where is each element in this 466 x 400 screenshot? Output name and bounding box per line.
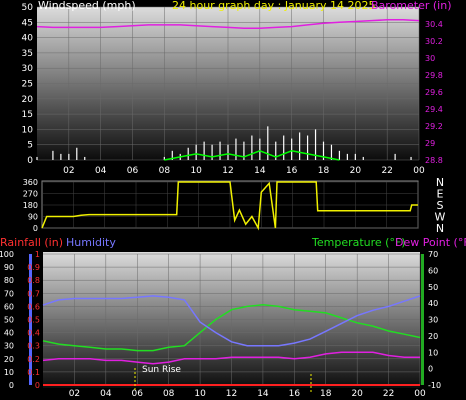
humidity-y-tick: 0	[9, 381, 14, 390]
temp-x-tick: 06	[132, 389, 144, 399]
wind-y-tick: 15	[22, 110, 33, 120]
direction-y-tick: 270	[23, 190, 38, 199]
temp-x-tick: 10	[194, 389, 206, 399]
rainfall-y-tick: 0.5	[27, 316, 40, 325]
rainfall-y-tick: 0.3	[27, 342, 40, 351]
wind-x-tick: 22	[381, 166, 392, 176]
temperature-y-tick: 0	[428, 365, 433, 374]
rainfall-y-tick: 0.7	[27, 289, 40, 298]
wind-barometer-panel: 0 5 10 15 20 25 30 35 40 45 50 28.8 29 29.2 29.4 29.6 29…	[22, 0, 452, 176]
rainfall-y-tick: 1	[35, 250, 40, 259]
barometer-y-tick: 29.2	[425, 122, 443, 131]
direction-compass-label: S	[437, 199, 444, 212]
humidity-y-tick: 90	[4, 263, 14, 272]
temperature-axis-bar	[421, 254, 424, 385]
rainfall-y-tick: 0.9	[27, 263, 40, 272]
humidity-y-tick: 40	[4, 329, 14, 338]
rainfall-axis-label: Rainfall (in)	[0, 236, 63, 249]
humidity-y-tick: 10	[4, 368, 14, 377]
temp-x-tick: 22	[383, 389, 394, 399]
wind-y-tick: 50	[22, 3, 34, 13]
wind-x-tick: 04	[95, 166, 107, 176]
direction-compass-label: N	[436, 176, 444, 189]
humidity-axis-label: Humidity	[66, 236, 116, 249]
barometer-y-tick: 29.6	[425, 88, 443, 97]
direction-y-tick: 0	[33, 224, 38, 233]
temp-humidity-panel: 0 010 0.120 0.230 0.340 0.450 0.560 0.670 0.780 0…	[0, 236, 466, 399]
direction-compass-label: N	[436, 222, 444, 235]
wind-x-tick: 08	[159, 166, 171, 176]
wind-y-tick: 45	[22, 18, 33, 28]
wind-x-tick: 14	[254, 166, 266, 176]
barometer-y-tick: 30.2	[425, 37, 443, 46]
wind-x-tick: 02	[63, 166, 74, 176]
weather-graph: 0510152025303540455028.82929.229.429.629…	[0, 0, 466, 399]
temp-x-tick: 16	[289, 389, 301, 399]
barometer-y-tick: 30.4	[425, 20, 443, 29]
direction-y-tick: 90	[28, 213, 38, 222]
wind-y-tick: 20	[22, 95, 34, 105]
wind-y-tick: 0	[27, 156, 33, 166]
wind-x-tick: 16	[286, 166, 298, 176]
temp-x-tick: 12	[226, 389, 237, 399]
wind-x-tick: 06	[127, 166, 139, 176]
temperature-y-tick: 20	[428, 332, 438, 341]
temperature-y-tick: 40	[428, 299, 438, 308]
temperature-y-tick: 70	[428, 250, 438, 259]
wind-y-tick: 25	[22, 80, 33, 90]
wind-x-tick: 18	[318, 166, 330, 176]
barometer-axis-label: Barometer (in)	[371, 0, 452, 12]
temp-x-tick: 18	[320, 389, 332, 399]
wind-x-tick: 00	[413, 166, 425, 176]
wind-direction-panel: 0 N 90 W 180 S 270 E 360 N	[23, 176, 446, 235]
wind-y-tick: 30	[22, 64, 34, 74]
direction-compass-label: E	[437, 188, 444, 201]
direction-y-tick: 180	[23, 201, 38, 210]
temp-x-tick: 14	[257, 389, 269, 399]
direction-y-tick: 360	[23, 178, 38, 187]
humidity-y-tick: 50	[4, 316, 14, 325]
rainfall-y-tick: 0.4	[27, 329, 40, 338]
wind-y-tick: 5	[27, 141, 33, 151]
temp-x-tick: 20	[351, 389, 363, 399]
temp-x-tick: 04	[100, 389, 112, 399]
rainfall-y-tick: 0.6	[27, 302, 40, 311]
dewpoint-axis-label: Dew Point (°F)	[395, 236, 466, 249]
wind-y-tick: 40	[22, 34, 34, 44]
temperature-y-tick: -10	[428, 381, 441, 390]
temperature-y-tick: 50	[428, 283, 438, 292]
rainfall-y-tick: 0.8	[27, 276, 40, 285]
barometer-y-tick: 29	[425, 139, 435, 148]
temp-x-tick: 00	[414, 389, 426, 399]
barometer-y-tick: 29.4	[425, 105, 443, 114]
temperature-y-tick: 10	[428, 348, 438, 357]
sunrise-label: Sun Rise	[142, 365, 181, 375]
rainfall-y-tick: 0.2	[27, 355, 40, 364]
wind-y-tick: 10	[22, 125, 34, 135]
humidity-y-tick: 80	[4, 276, 14, 285]
humidity-y-tick: 70	[4, 289, 14, 298]
temp-x-tick: 02	[69, 389, 80, 399]
wind-x-tick: 20	[350, 166, 362, 176]
barometer-y-tick: 29.8	[425, 71, 443, 80]
temperature-axis-label: Temperature (°F)	[311, 236, 406, 249]
direction-compass-label: W	[435, 211, 446, 224]
wind-x-tick: 12	[222, 166, 233, 176]
temp-x-tick: 08	[163, 389, 175, 399]
humidity-y-tick: 30	[4, 342, 14, 351]
barometer-y-tick: 30	[425, 54, 435, 63]
wind-x-tick: 10	[190, 166, 202, 176]
temperature-y-tick: 30	[428, 316, 438, 325]
rainfall-y-tick: 0.1	[27, 368, 40, 377]
wind-axis-label: Windspeed (mph)	[38, 0, 136, 12]
temperature-y-tick: 60	[428, 266, 438, 275]
humidity-y-tick: 20	[4, 355, 14, 364]
rainfall-y-tick: 0	[35, 381, 40, 390]
graph-title: 24 hour graph day : January 14 2025	[172, 0, 376, 12]
barometer-y-tick: 28.8	[425, 156, 443, 165]
humidity-y-tick: 100	[0, 250, 14, 259]
wind-y-tick: 35	[22, 49, 33, 59]
humidity-y-tick: 60	[4, 302, 14, 311]
